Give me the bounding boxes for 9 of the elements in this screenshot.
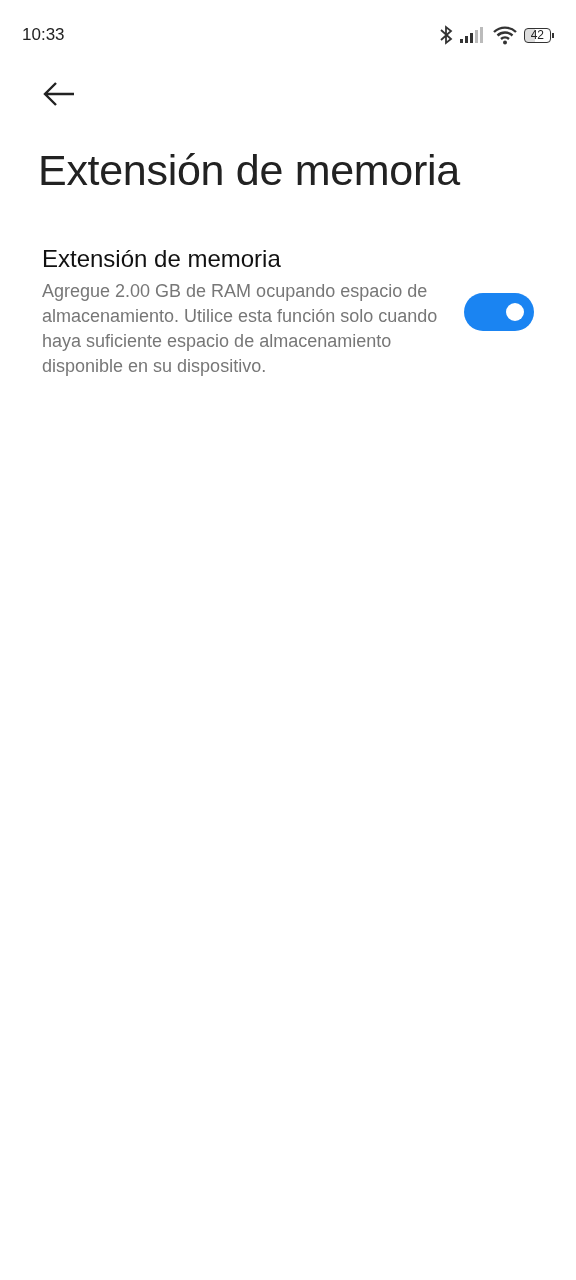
page-title: Extensión de memoria [38,146,462,195]
signal-icon [459,27,486,43]
clock: 10:33 [22,25,65,45]
wifi-icon [491,25,518,45]
setting-title: Extensión de memoria [42,245,282,273]
toggle-switch[interactable] [464,293,534,331]
battery-icon: 42 [523,27,554,43]
back-button[interactable] [42,80,76,108]
setting-description: Agregue 2.00 GB de RAM ocupando espacio de almacenamiento. Utilice esta función solo cuando haya suficiente espacio de almacenamiento disponible en su dispositivo. [42,280,439,378]
